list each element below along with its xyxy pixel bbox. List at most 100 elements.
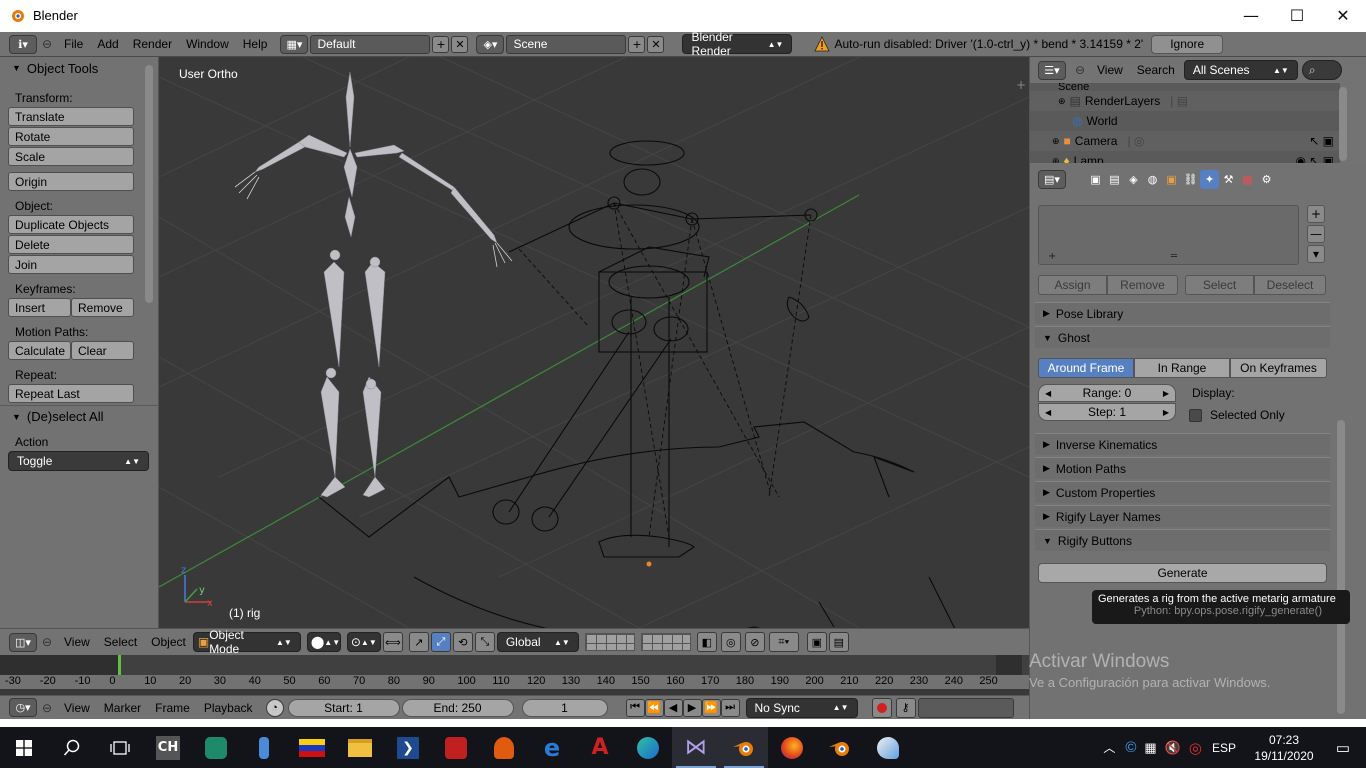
collapse-menu-icon[interactable]: ⊖: [1070, 63, 1090, 77]
render-tab-icon[interactable]: ▣: [1086, 170, 1105, 189]
ignore-button[interactable]: Ignore: [1151, 34, 1224, 54]
delete-button[interactable]: Delete: [8, 235, 134, 254]
lamp-visibility-icons[interactable]: ◉ ↖ ▣: [1295, 154, 1334, 163]
translate-button[interactable]: Translate: [8, 107, 134, 126]
increment-icon[interactable]: ▶: [1163, 408, 1169, 417]
rigify-layer-names-panel-header[interactable]: ▶ Rigify Layer Names: [1035, 505, 1330, 527]
remove-layout-icon[interactable]: ✕: [451, 35, 469, 53]
origin-button[interactable]: Origin: [8, 172, 134, 191]
outliner-row-camera[interactable]: ⊕ ■ Camera | ◎ ↖ ▣: [1030, 131, 1340, 151]
selected-only-checkbox[interactable]: [1189, 408, 1202, 422]
properties-scrollbar[interactable]: [1337, 420, 1345, 714]
assign-button[interactable]: Assign: [1038, 275, 1107, 295]
menu-file[interactable]: File: [57, 37, 90, 51]
decrement-icon[interactable]: ◀: [1045, 408, 1051, 417]
scene-icon[interactable]: ◈▾: [476, 34, 505, 54]
tray-app-icon[interactable]: ©: [1125, 739, 1136, 756]
sync-mode-dropdown[interactable]: No Sync ▲▼: [745, 697, 858, 718]
current-frame-field[interactable]: 1: [521, 698, 608, 717]
group-menu-icon[interactable]: ▾: [1307, 245, 1325, 263]
list-expand-icon[interactable]: +: [1048, 251, 1056, 262]
add-group-icon[interactable]: +: [1307, 205, 1325, 223]
taskbar-edge-legacy[interactable]: e: [528, 727, 576, 768]
layers-grid-b[interactable]: [640, 633, 691, 651]
render-engine-dropdown[interactable]: Blender Render ▲▼: [682, 30, 793, 58]
notifications-icon[interactable]: ▭: [1320, 739, 1366, 757]
custom-properties-panel-header[interactable]: ▶ Custom Properties: [1035, 481, 1330, 503]
render-image-icon[interactable]: ▣: [806, 632, 827, 652]
decrement-icon[interactable]: ◀: [1045, 389, 1051, 398]
play-reverse-icon[interactable]: ◀: [663, 698, 683, 717]
close-button[interactable]: ✕: [1320, 0, 1366, 30]
menu-window[interactable]: Window: [179, 37, 236, 51]
texture-tab-icon[interactable]: ▩: [1238, 170, 1257, 189]
pose-library-panel-header[interactable]: ▶ Pose Library: [1035, 302, 1330, 324]
taskbar-blender[interactable]: [720, 727, 768, 768]
snap-toggle-icon[interactable]: ⊘: [744, 632, 765, 652]
join-button[interactable]: Join: [8, 255, 134, 274]
layout-field[interactable]: Default: [310, 34, 431, 54]
deselect-all-panel-header[interactable]: ▼ (De)select All: [0, 405, 158, 427]
menu-playback[interactable]: Playback: [197, 701, 260, 715]
deselect-button[interactable]: Deselect: [1254, 275, 1326, 295]
taskbar-app-flag[interactable]: [288, 727, 336, 768]
menu-view[interactable]: View: [57, 635, 97, 649]
duplicate-objects-button[interactable]: Duplicate Objects: [8, 215, 134, 234]
timeline-editor-type-button[interactable]: ◷▾: [9, 698, 37, 717]
translate-manipulator-icon[interactable]: ↗: [408, 632, 429, 652]
scale-button[interactable]: Scale: [8, 147, 134, 166]
input-language[interactable]: ESP: [1212, 741, 1236, 755]
collapse-menu-icon[interactable]: ⊖: [37, 635, 57, 649]
menu-object[interactable]: Object: [144, 635, 193, 649]
timeline[interactable]: -30 -20 -10 0 10 20 30 40 50 60 70 80 90 100 110 120 130…: [0, 655, 1029, 695]
selected-only-checkbox-row[interactable]: Selected Only: [1189, 408, 1285, 422]
jump-start-icon[interactable]: ⏮: [625, 698, 645, 717]
generate-rig-button[interactable]: Generate: [1038, 563, 1327, 583]
rotate-button[interactable]: Rotate: [8, 127, 134, 146]
pivot-point-dropdown[interactable]: ⊙ ▲▼: [346, 632, 381, 652]
render-layers-tab-icon[interactable]: ▤: [1105, 170, 1124, 189]
jump-keyframe-forward-icon[interactable]: ⏩: [701, 698, 721, 717]
taskbar-app-fire[interactable]: [480, 727, 528, 768]
preview-range-icon[interactable]: ◔: [265, 698, 284, 717]
ghost-in-range-button[interactable]: In Range: [1134, 358, 1230, 378]
show-hidden-icons-button[interactable]: ︿: [1103, 739, 1115, 756]
transform-orientation-dropdown[interactable]: Global ▲▼: [496, 632, 579, 652]
3d-view-editor-type-button[interactable]: ◫▾: [9, 632, 37, 652]
rotate-manipulator-icon[interactable]: ⟲: [452, 632, 473, 652]
outliner-row-scene[interactable]: Scene: [1030, 83, 1340, 91]
taskbar-visual-studio[interactable]: ⋈: [672, 727, 720, 768]
repeat-last-button[interactable]: Repeat Last: [8, 384, 134, 403]
start-button[interactable]: [0, 727, 48, 768]
scale-manipulator-icon[interactable]: ⤡: [474, 632, 495, 652]
scene-tab-icon[interactable]: ◈: [1124, 170, 1143, 189]
minimize-button[interactable]: —: [1228, 0, 1274, 30]
task-view-button[interactable]: [96, 727, 144, 768]
keying-set-field[interactable]: [917, 697, 1014, 718]
play-icon[interactable]: ▶: [682, 698, 702, 717]
menu-view[interactable]: View: [1090, 63, 1130, 77]
remove-scene-icon[interactable]: ✕: [647, 35, 665, 53]
object-tab-icon[interactable]: ▣: [1162, 170, 1181, 189]
remove-button[interactable]: Remove: [1107, 275, 1178, 295]
taskbar-edge[interactable]: [624, 727, 672, 768]
taskbar-firefox[interactable]: [768, 727, 816, 768]
inverse-kinematics-panel-header[interactable]: ▶ Inverse Kinematics: [1035, 433, 1330, 455]
remove-group-icon[interactable]: —: [1307, 225, 1325, 243]
world-tab-icon[interactable]: ◍: [1143, 170, 1162, 189]
maximize-button[interactable]: ☐: [1274, 0, 1320, 30]
list-resize-handle[interactable]: ═: [1171, 251, 1177, 262]
bone-tab-icon[interactable]: ⚒: [1219, 170, 1238, 189]
properties-editor-type-button[interactable]: ▤▾: [1038, 169, 1066, 189]
outliner-row-world[interactable]: ◍ World: [1030, 111, 1340, 131]
end-frame-field[interactable]: End: 250: [401, 698, 514, 717]
taskbar-app-cheatengine[interactable]: CH: [144, 727, 192, 768]
remove-keyframe-button[interactable]: Remove: [71, 298, 134, 317]
outliner-scrollbar[interactable]: [1339, 87, 1347, 161]
taskbar-app-a[interactable]: A: [576, 727, 624, 768]
lock-layers-icon[interactable]: ◧: [696, 632, 717, 652]
collapse-menu-icon[interactable]: ⊖: [37, 701, 57, 715]
current-frame-cursor[interactable]: [118, 655, 121, 675]
proportional-edit-icon[interactable]: ◎: [720, 632, 741, 652]
layers-grid-a[interactable]: [584, 633, 635, 651]
